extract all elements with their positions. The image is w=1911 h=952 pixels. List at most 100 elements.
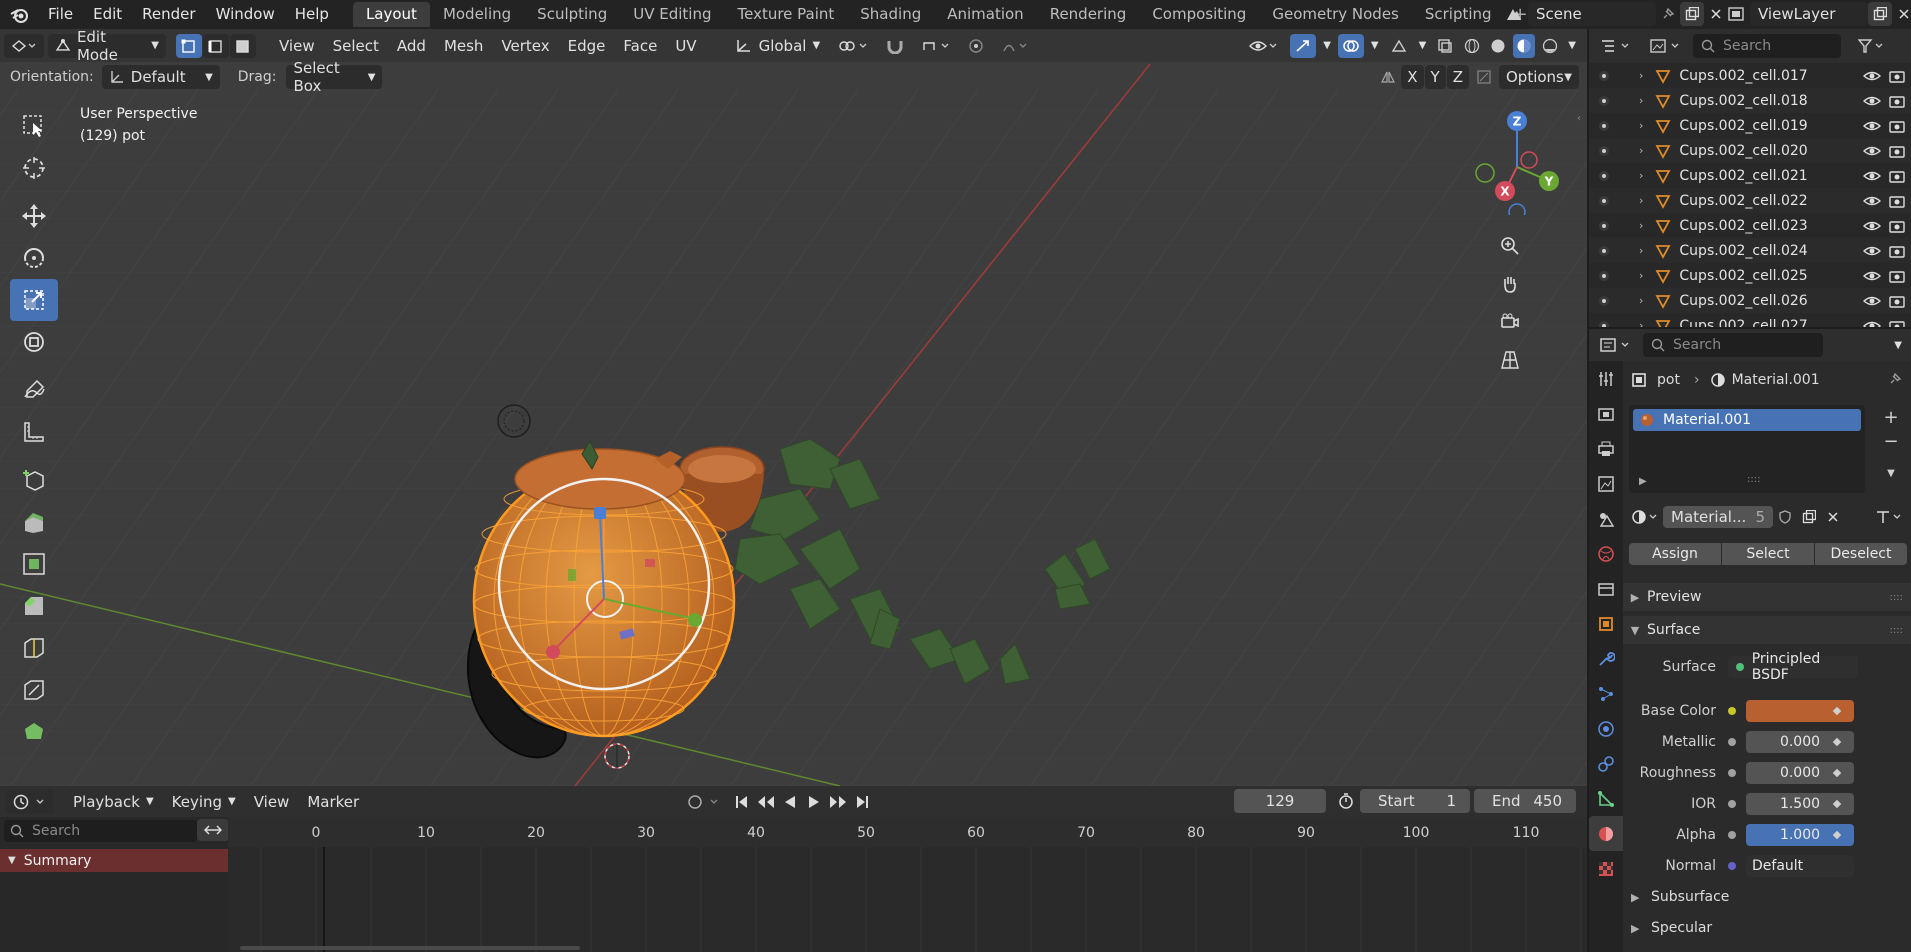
chevron-right-icon[interactable]: › (1639, 219, 1643, 232)
tab-sculpting[interactable]: Sculpting (524, 2, 620, 27)
play-icon[interactable] (802, 790, 826, 814)
tab-layout[interactable]: Layout (352, 2, 430, 27)
overlays-dropdown[interactable]: ▼ (1368, 34, 1382, 58)
menu-window[interactable]: Window (206, 0, 285, 29)
outliner-item[interactable]: › Cups.002_cell.017 (1589, 63, 1911, 88)
perspective-grid-icon[interactable] (1495, 345, 1525, 375)
viewport-scene[interactable] (0, 29, 1587, 786)
auto-merge-icon[interactable] (1473, 65, 1495, 89)
face-select-mode-button[interactable] (230, 33, 256, 58)
menu-add[interactable]: Add (390, 34, 433, 58)
chevron-right-icon[interactable]: › (1639, 294, 1643, 307)
rotate-tool[interactable] (10, 237, 58, 279)
camera-icon[interactable] (1889, 69, 1905, 83)
select-box-tool[interactable] (10, 105, 58, 147)
eye-icon[interactable] (1863, 294, 1881, 308)
surface-shader-field[interactable]: Principled BSDF (1728, 651, 1858, 683)
3d-viewport[interactable]: Edit Mode ▼ View Select Add Mesh Vertex … (0, 29, 1587, 786)
outliner-item[interactable]: › Cups.002_cell.023 (1589, 213, 1911, 238)
tab-output[interactable] (1589, 431, 1623, 466)
expand-triangle-icon[interactable]: ▶ (1639, 476, 1647, 487)
shading-dropdown[interactable]: ▼ (1565, 34, 1579, 58)
scale-tool[interactable] (10, 279, 58, 321)
menu-select[interactable]: Select (326, 34, 386, 58)
inset-tool[interactable] (10, 543, 58, 585)
material-slot-row[interactable]: Material.001 (1633, 409, 1861, 431)
transform-tool[interactable] (10, 321, 58, 363)
preview-panel-header[interactable]: ▶ Preview :::: (1623, 583, 1911, 611)
filter-dropdown[interactable] (1851, 34, 1891, 58)
outliner-item[interactable]: › Cups.002_cell.025 (1589, 263, 1911, 288)
resize-grip-icon[interactable]: :::: (1747, 474, 1760, 485)
keying-menu[interactable]: Keying ▼ (165, 790, 243, 814)
drag-grip-icon[interactable]: :::: (1890, 625, 1903, 636)
tab-texture[interactable] (1589, 851, 1623, 886)
vertex-select-mode-button[interactable] (176, 33, 202, 58)
pan-hand-icon[interactable] (1495, 269, 1525, 299)
new-scene-icon[interactable] (1680, 2, 1704, 26)
tab-tool[interactable] (1589, 361, 1623, 396)
material-preview-shading-button[interactable] (1513, 33, 1536, 58)
new-view-layer-icon[interactable] (1868, 2, 1892, 26)
poly-build-tool[interactable] (10, 711, 58, 753)
assign-button[interactable]: Assign (1629, 543, 1721, 565)
eye-icon[interactable] (1863, 319, 1881, 328)
mirror-icon[interactable] (1377, 65, 1399, 89)
pin-icon[interactable] (1883, 367, 1907, 391)
overlays-toggle[interactable] (1337, 33, 1364, 58)
camera-icon[interactable] (1889, 194, 1905, 208)
properties-editor-type-button[interactable] (1593, 333, 1639, 357)
properties-options-dropdown[interactable]: ▼ (1891, 333, 1905, 357)
chevron-right-icon[interactable]: › (1639, 94, 1643, 107)
timeline-keyframe-area[interactable] (205, 847, 1587, 952)
timeline-search-field[interactable]: Search (4, 820, 197, 842)
properties-search-field[interactable]: Search (1643, 333, 1823, 357)
eye-icon[interactable] (1863, 144, 1881, 158)
mesh-edit-overlays-toggle[interactable] (1386, 34, 1412, 58)
sidebar-toggle-icon[interactable]: ‹ (1577, 113, 1587, 133)
axis-gizmo[interactable]: Z Y X (1457, 105, 1587, 221)
unlink-material-icon[interactable] (1821, 505, 1845, 529)
outliner-search-field[interactable]: Search (1693, 34, 1841, 58)
marker-menu[interactable]: Marker (300, 790, 366, 814)
camera-icon[interactable] (1889, 244, 1905, 258)
loop-cut-tool[interactable] (10, 627, 58, 669)
jump-to-keyframe-next-icon[interactable] (826, 790, 850, 814)
subsurface-subpanel[interactable]: ▶ Subsurface (1631, 886, 1729, 908)
jump-to-start-icon[interactable] (730, 790, 754, 814)
delete-view-layer-icon[interactable] (1892, 2, 1911, 26)
tab-constraints[interactable] (1589, 746, 1623, 781)
tab-view-layer[interactable] (1589, 466, 1623, 501)
outliner-item[interactable]: › Cups.002_cell.026 (1589, 288, 1911, 313)
menu-mesh[interactable]: Mesh (437, 34, 491, 58)
camera-icon[interactable] (1889, 94, 1905, 108)
tab-geometry-nodes[interactable]: Geometry Nodes (1259, 2, 1412, 27)
tab-scripting[interactable]: Scripting (1412, 2, 1505, 27)
tab-shading[interactable]: Shading (847, 2, 934, 27)
normal-field[interactable]: Default (1746, 855, 1854, 877)
menu-edge[interactable]: Edge (561, 34, 613, 58)
frame-end-field[interactable]: End 450 (1474, 789, 1576, 813)
tab-object[interactable] (1589, 606, 1623, 641)
slot-specials-icon[interactable]: ▼ (1879, 461, 1903, 485)
chevron-right-icon[interactable]: › (1639, 119, 1643, 132)
mirror-y-toggle[interactable]: Y (1424, 65, 1446, 89)
proportional-falloff-dropdown[interactable] (995, 34, 1037, 58)
outliner-item[interactable]: › Cups.002_cell.018 (1589, 88, 1911, 113)
options-dropdown[interactable]: Options ▼ (1499, 65, 1579, 89)
camera-icon[interactable] (1889, 119, 1905, 133)
camera-icon[interactable] (1889, 219, 1905, 233)
annotate-tool[interactable] (10, 369, 58, 411)
auto-keying-toggle[interactable] (680, 790, 730, 814)
cursor-tool[interactable] (10, 147, 58, 189)
tab-material[interactable] (1589, 816, 1623, 851)
eye-icon[interactable] (1863, 94, 1881, 108)
camera-icon[interactable] (1889, 294, 1905, 308)
rendered-shading-button[interactable] (1539, 34, 1561, 58)
menu-vertex[interactable]: Vertex (494, 34, 556, 58)
view-layer-icon[interactable] (1724, 2, 1748, 26)
camera-icon[interactable] (1889, 169, 1905, 183)
eye-icon[interactable] (1863, 169, 1881, 183)
mirror-x-toggle[interactable]: X (1401, 65, 1424, 89)
pivot-point-dropdown[interactable] (831, 34, 875, 58)
